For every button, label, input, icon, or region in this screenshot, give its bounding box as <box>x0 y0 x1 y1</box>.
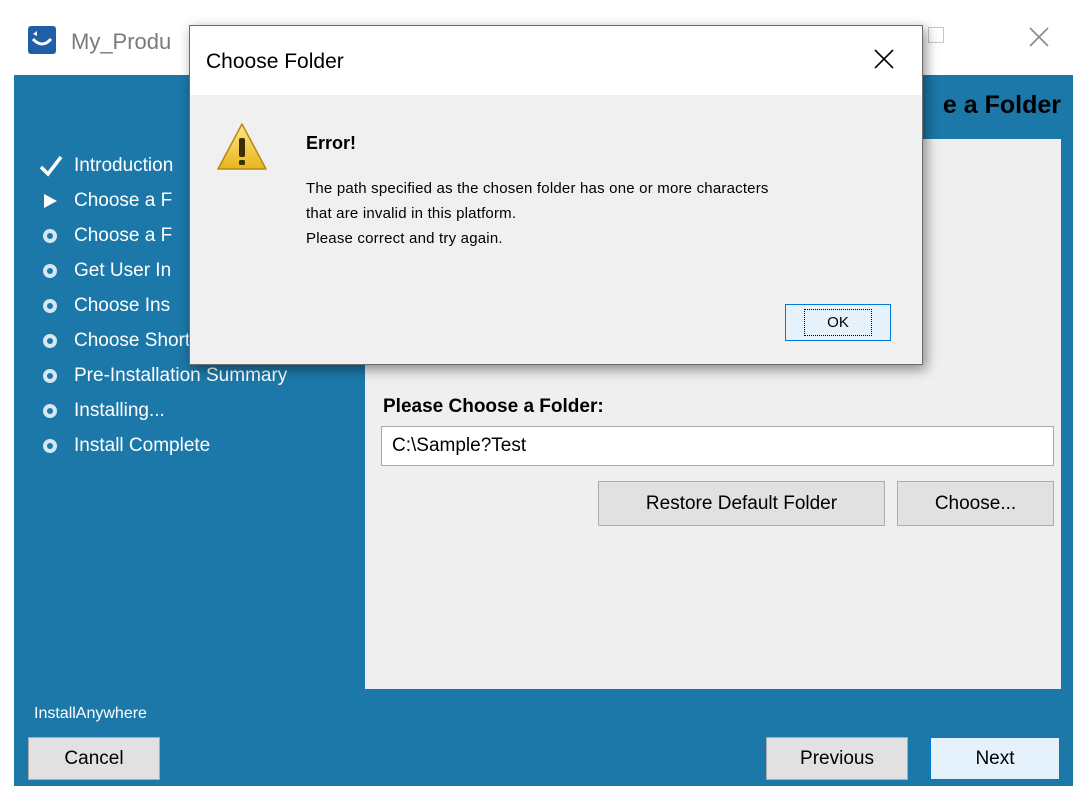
close-dialog-icon[interactable] <box>872 47 896 71</box>
bullet-icon <box>38 293 64 319</box>
step-item: Choose Ins <box>38 293 170 319</box>
step-label: Installing... <box>74 400 165 421</box>
ok-button[interactable]: OK <box>785 304 891 341</box>
step-label: Install Complete <box>74 435 211 456</box>
step-item: Introduction <box>38 153 173 179</box>
step-label: Introduction <box>74 155 174 176</box>
previous-button[interactable]: Previous <box>766 737 908 780</box>
step-label: Pre-Installation Summary <box>74 365 288 386</box>
step-label: Get User In <box>74 260 172 281</box>
step-heading: e a Folder <box>942 91 1061 119</box>
error-message-line: The path specified as the chosen folder … <box>306 180 769 197</box>
warning-icon <box>217 123 267 170</box>
restore-default-folder-button[interactable]: Restore Default Folder <box>598 481 885 526</box>
error-dialog: Choose Folder Error! The path specified … <box>189 25 923 365</box>
next-button[interactable]: Next <box>930 737 1060 780</box>
cancel-button[interactable]: Cancel <box>28 737 160 780</box>
bullet-icon <box>38 433 64 459</box>
step-item: Choose a F <box>38 188 172 214</box>
step-item: Choose a F <box>38 223 172 249</box>
step-label: Choose a F <box>74 225 173 246</box>
error-message-line: that are invalid in this platform. <box>306 205 517 222</box>
arrow-right-icon <box>38 188 64 214</box>
dialog-body: Error! The path specified as the chosen … <box>190 95 922 364</box>
ok-button-label: OK <box>804 309 872 336</box>
dialog-title: Choose Folder <box>206 50 344 73</box>
bullet-icon <box>38 328 64 354</box>
folder-path-input[interactable] <box>381 426 1054 466</box>
bullet-icon <box>38 258 64 284</box>
window-title: My_Produ <box>71 29 172 54</box>
checkmark-icon <box>38 153 64 179</box>
close-window-icon[interactable] <box>1027 25 1051 49</box>
step-item: Installing... <box>38 398 165 424</box>
step-item: Pre-Installation Summary <box>38 363 287 389</box>
brand-label: InstallAnywhere <box>34 705 147 722</box>
choose-button[interactable]: Choose... <box>897 481 1054 526</box>
step-item: Install Complete <box>38 433 210 459</box>
step-item: Get User In <box>38 258 171 284</box>
folder-field-label: Please Choose a Folder: <box>383 396 604 417</box>
step-label: Choose Ins <box>74 295 171 316</box>
bullet-icon <box>38 398 64 424</box>
error-message-line: Please correct and try again. <box>306 230 503 247</box>
error-title: Error! <box>306 133 357 153</box>
app-logo-icon <box>28 26 56 54</box>
step-label: Choose a F <box>74 190 173 211</box>
bullet-icon <box>38 363 64 389</box>
maximize-icon[interactable] <box>928 27 944 43</box>
bullet-icon <box>38 223 64 249</box>
